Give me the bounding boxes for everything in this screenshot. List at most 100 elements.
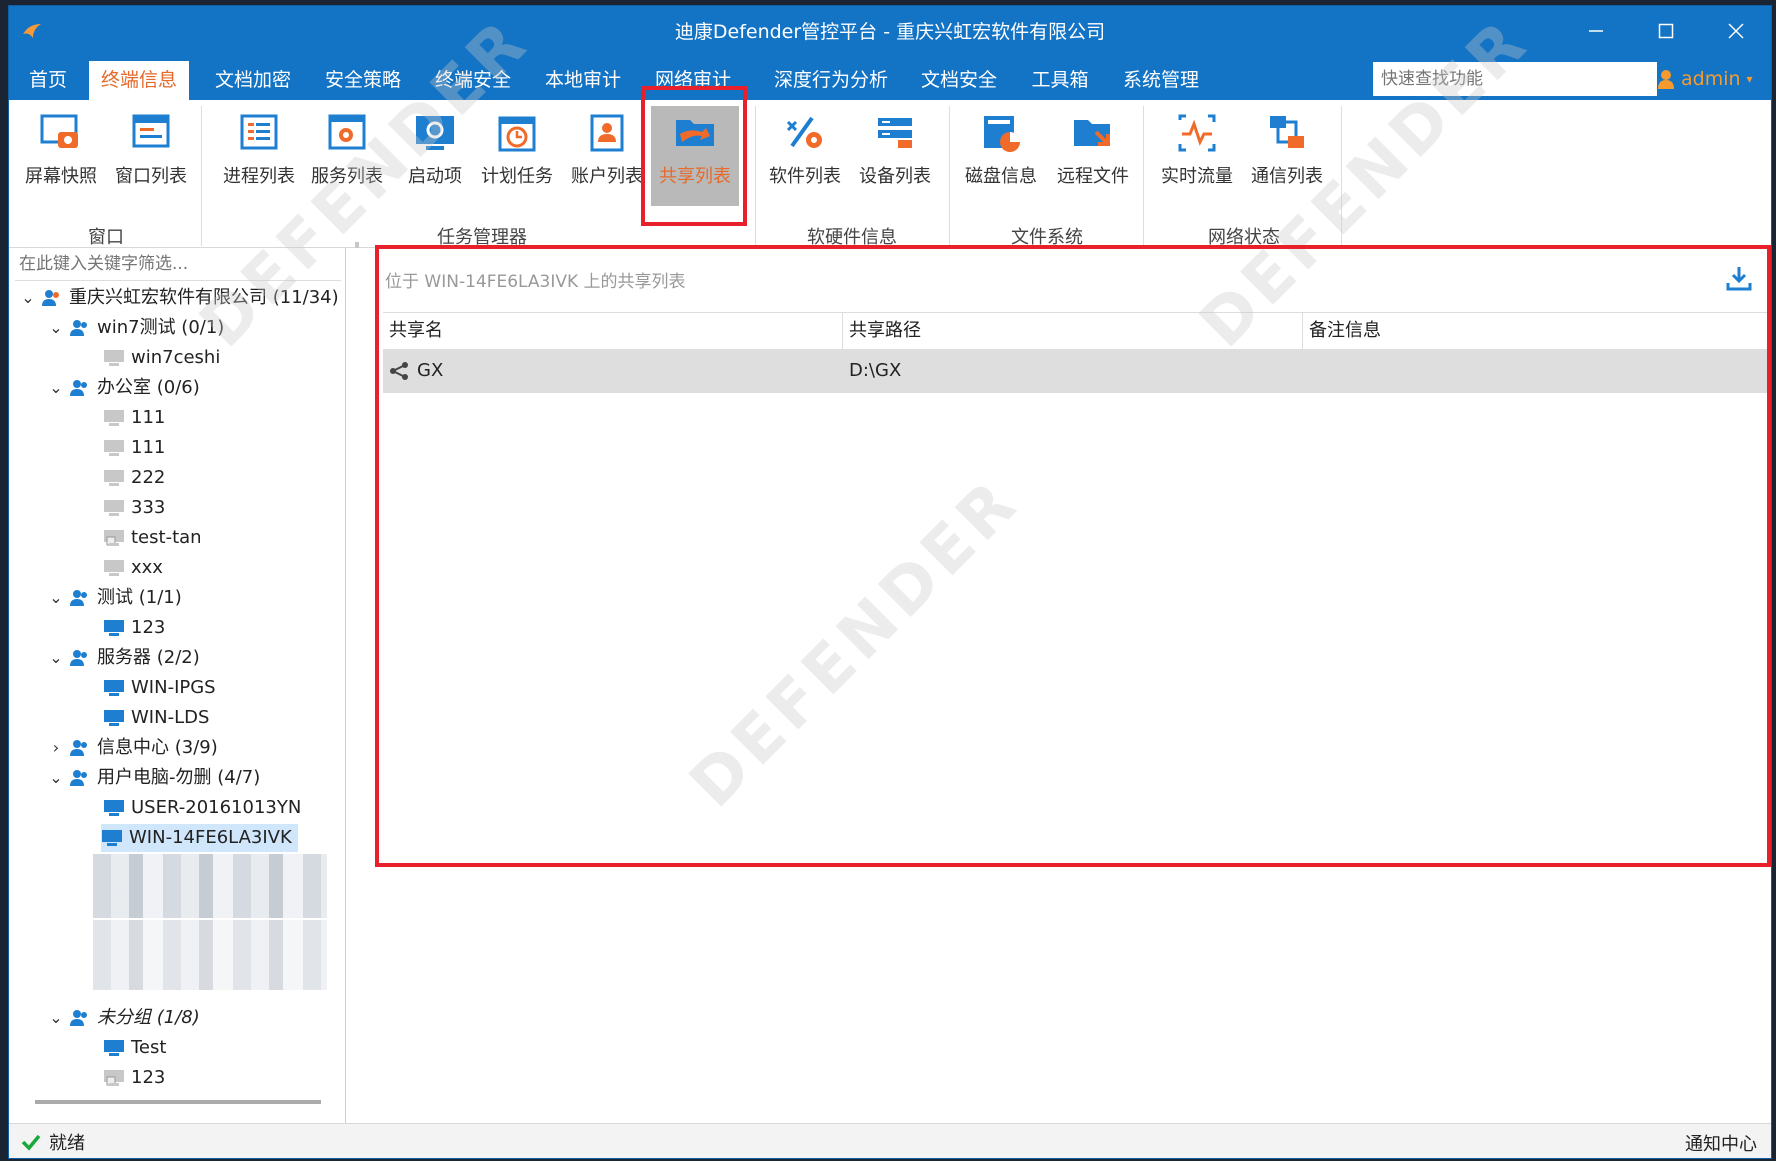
chevron-down-icon[interactable]: ⌄ [47, 314, 65, 342]
tree-computer[interactable]: 123 [103, 1064, 165, 1092]
ribbon-device-list[interactable]: 设备列表 [851, 106, 939, 206]
chevron-down-icon[interactable]: ⌄ [47, 1004, 65, 1032]
ribbon-service-list[interactable]: 服务列表 [303, 106, 391, 206]
process-list-icon [240, 114, 278, 150]
chevron-down-icon[interactable]: ⌄ [47, 374, 65, 402]
chevron-down-icon[interactable]: ⌄ [47, 644, 65, 672]
tree-filter-input[interactable] [15, 248, 341, 281]
user-icon [1658, 70, 1674, 89]
tab-security-policy[interactable]: 安全策略 [323, 61, 403, 100]
user-menu[interactable]: admin ▾ [1657, 62, 1753, 96]
tree-group-info-center[interactable]: › 信息中心 (3/9) [47, 734, 218, 762]
tab-local-audit[interactable]: 本地审计 [543, 61, 623, 100]
tree-label: 未分组 (1/8) [97, 1007, 200, 1028]
chevron-down-icon[interactable]: ⌄ [47, 584, 65, 612]
ribbon-communication-list[interactable]: 通信列表 [1243, 106, 1331, 206]
search-input[interactable] [1373, 62, 1657, 96]
tree-group-servers[interactable]: ⌄ 服务器 (2/2) [47, 644, 199, 672]
tree-horizontal-scrollbar[interactable] [35, 1100, 321, 1104]
tree-label: 333 [131, 497, 166, 518]
tree-computer[interactable]: USER-20161013YN [103, 794, 301, 822]
clock-calendar-icon [498, 116, 536, 152]
tree-computer[interactable]: WIN-LDS [103, 704, 209, 732]
app-window: 迪康Defender管控平台 - 重庆兴虹宏软件有限公司 首页 终端信息 文档加… [8, 5, 1772, 1159]
user-name: admin [1681, 68, 1741, 90]
tree-computer[interactable]: 123 [103, 614, 165, 642]
tab-home[interactable]: 首页 [17, 61, 79, 100]
minimize-button[interactable] [1561, 6, 1631, 56]
tree-label: win7测试 (0/1) [97, 317, 225, 338]
ribbon-realtime-traffic[interactable]: 实时流量 [1153, 106, 1241, 206]
device-tree-panel: ⌄ 重庆兴虹宏软件有限公司 (11/34) ⌄ win7测试 (0/1) win… [9, 248, 346, 1124]
tab-system-management[interactable]: 系统管理 [1121, 61, 1201, 100]
ribbon-remote-file[interactable]: 远程文件 [1049, 106, 1137, 206]
ribbon-label: 屏幕快照 [25, 166, 97, 187]
window-list-icon [132, 114, 170, 148]
tree-group-office[interactable]: ⌄ 办公室 (0/6) [47, 374, 199, 402]
tree-label: 测试 (1/1) [97, 587, 182, 608]
tree-computer[interactable]: Test [103, 1034, 166, 1062]
tree-group-company[interactable]: ⌄ 重庆兴虹宏软件有限公司 (11/34) [19, 284, 338, 312]
tree-computer-selected[interactable]: WIN-14FE6LA3IVK [101, 824, 298, 852]
tree-computer[interactable]: test-tan [103, 524, 202, 552]
tree-label: 111 [131, 437, 166, 458]
user-group-icon [70, 320, 87, 336]
tree-label: USER-20161013YN [131, 797, 302, 818]
tab-terminal-security[interactable]: 终端安全 [433, 61, 513, 100]
ribbon-label: 通信列表 [1251, 166, 1323, 187]
obscured-rows [93, 854, 327, 918]
device-list-icon [878, 118, 912, 148]
computer-offline-icon [104, 500, 124, 516]
user-group-icon [70, 380, 87, 396]
chevron-down-icon[interactable]: ⌄ [47, 764, 65, 792]
tree-computer[interactable]: win7ceshi [103, 344, 220, 372]
menu-bar: 首页 终端信息 文档加密 安全策略 终端安全 本地审计 网络审计 深度行为分析 … [9, 56, 1771, 100]
ribbon-disk-info[interactable]: 磁盘信息 [957, 106, 1045, 206]
obscured-rows [93, 920, 327, 990]
ribbon-software-list[interactable]: 软件列表 [761, 106, 849, 206]
tab-behavior-analysis[interactable]: 深度行为分析 [773, 61, 889, 100]
computer-online-icon [104, 620, 124, 636]
tree-group-user-pcs[interactable]: ⌄ 用户电脑-勿删 (4/7) [47, 764, 260, 792]
tree-group-win7[interactable]: ⌄ win7测试 (0/1) [47, 314, 224, 342]
ribbon-label: 实时流量 [1161, 166, 1233, 187]
tree-computer[interactable]: 111 [103, 404, 165, 432]
tab-doc-security[interactable]: 文档安全 [919, 61, 999, 100]
tab-doc-encryption[interactable]: 文档加密 [213, 61, 293, 100]
notification-center-button[interactable]: 通知中心 [1685, 1130, 1757, 1156]
user-group-icon [70, 650, 87, 666]
tree-computer[interactable]: 222 [103, 464, 165, 492]
ribbon-label: 账户列表 [571, 166, 643, 187]
tree-label: xxx [131, 557, 163, 578]
ribbon-window-list[interactable]: 窗口列表 [107, 106, 195, 206]
tree-computer[interactable]: 333 [103, 494, 165, 522]
tree-computer[interactable]: WIN-IPGS [103, 674, 216, 702]
chevron-down-icon[interactable]: ⌄ [19, 284, 37, 312]
computer-virtual-icon [104, 1070, 124, 1086]
ribbon-screen-snapshot[interactable]: 屏幕快照 [17, 106, 105, 206]
computer-online-icon [104, 710, 124, 726]
ribbon-account-list[interactable]: 账户列表 [563, 106, 651, 206]
maximize-button[interactable] [1631, 6, 1701, 56]
chevron-right-icon[interactable]: › [47, 734, 65, 762]
tree-group-ungrouped[interactable]: ⌄ 未分组 (1/8) [47, 1004, 200, 1032]
tab-toolbox[interactable]: 工具箱 [1029, 61, 1091, 100]
computer-offline-icon [104, 410, 124, 426]
tree-group-test[interactable]: ⌄ 测试 (1/1) [47, 584, 182, 612]
ribbon-scheduled-tasks[interactable]: 计划任务 [473, 106, 561, 206]
user-group-icon [70, 770, 87, 786]
window-title: 迪康Defender管控平台 - 重庆兴虹宏软件有限公司 [674, 21, 1106, 43]
ribbon-label: 窗口列表 [115, 166, 187, 187]
minimize-icon [1589, 30, 1603, 32]
ribbon-startup-items[interactable]: 启动项 [391, 106, 479, 206]
ribbon-label: 进程列表 [223, 166, 295, 187]
ribbon-separator [201, 106, 202, 246]
ribbon-separator [949, 106, 950, 246]
tree-label: 123 [131, 617, 166, 638]
title-bar: 迪康Defender管控平台 - 重庆兴虹宏软件有限公司 [9, 6, 1771, 56]
tree-computer[interactable]: 111 [103, 434, 165, 462]
ribbon-process-list[interactable]: 进程列表 [215, 106, 303, 206]
close-button[interactable] [1701, 6, 1771, 56]
tab-terminal-info[interactable]: 终端信息 [89, 61, 189, 100]
tree-computer[interactable]: xxx [103, 554, 163, 582]
